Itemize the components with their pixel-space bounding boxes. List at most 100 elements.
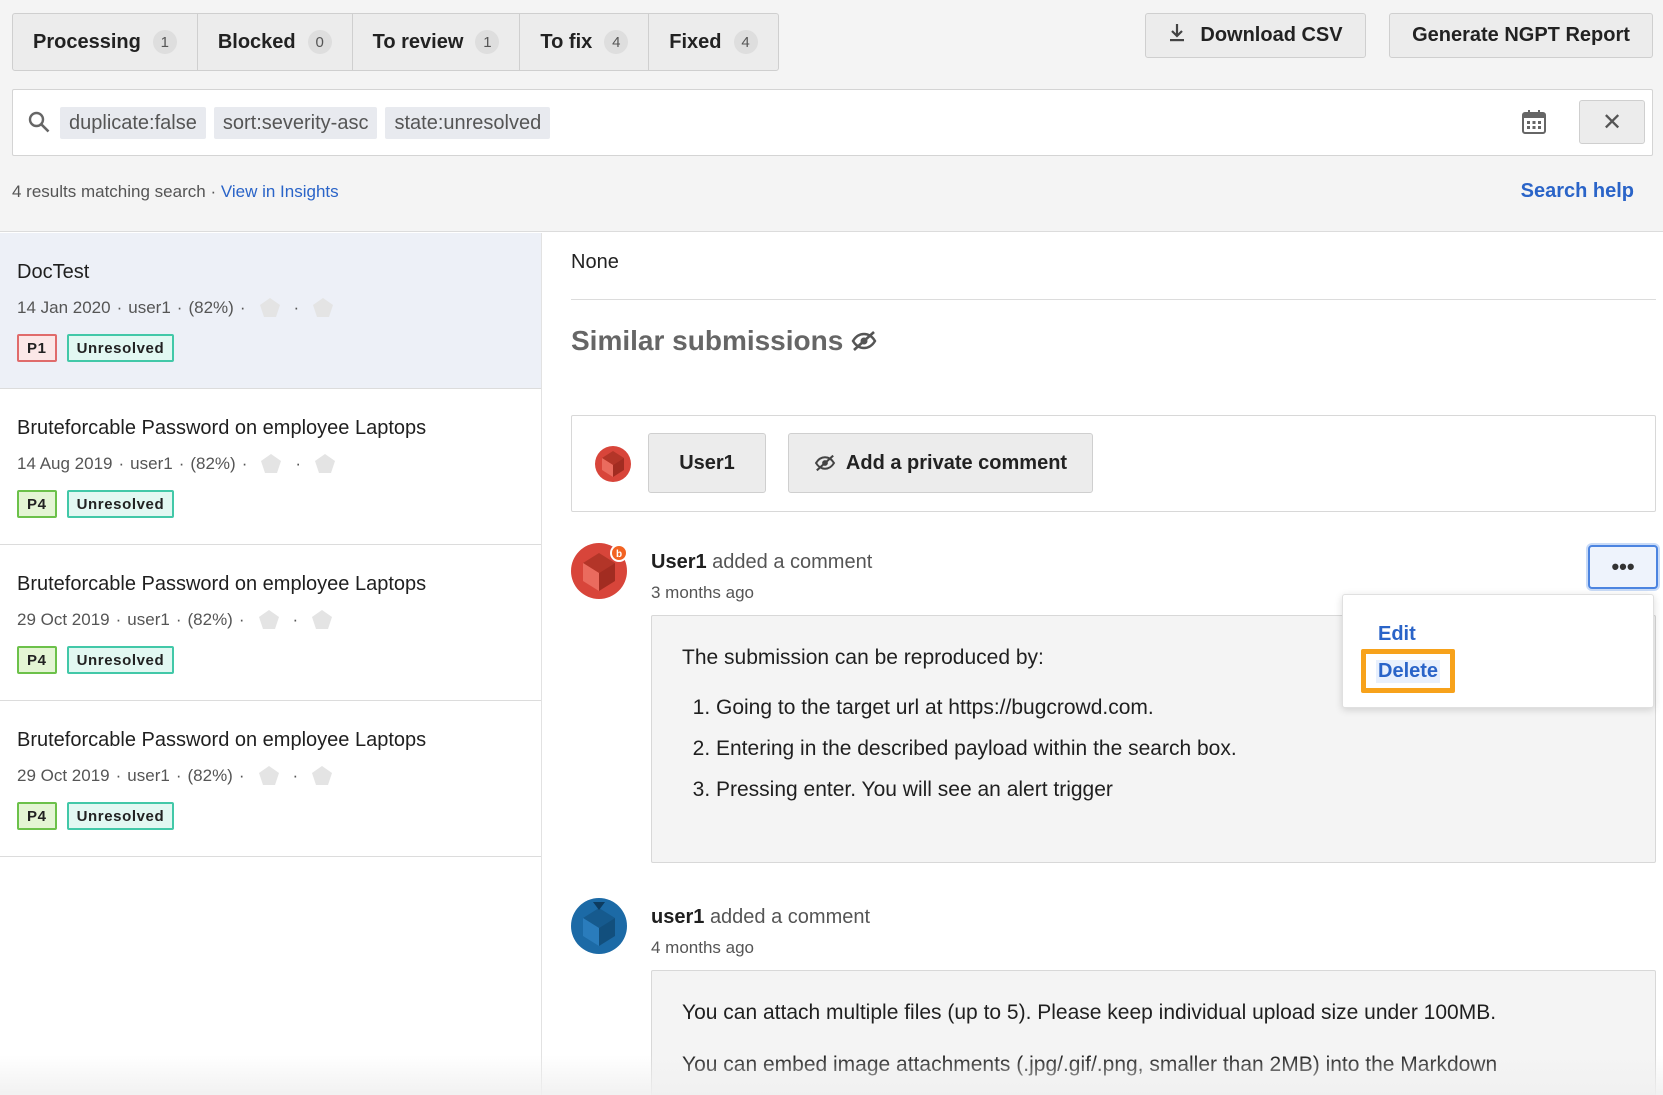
pentagon-icon <box>257 764 281 788</box>
heading-text: Similar submissions <box>571 325 844 356</box>
divider <box>571 299 1656 300</box>
generate-report-button[interactable]: Generate NGPT Report <box>1389 13 1653 58</box>
submission-user: user1 <box>127 766 170 785</box>
comment-options-menu: Edit Delete <box>1342 594 1654 708</box>
submission-meta: 29 Oct 2019 · user1 · (82%) · · <box>17 764 541 788</box>
comment-action: added a comment <box>712 551 873 573</box>
comment-action: added a comment <box>709 906 871 928</box>
comment-text: You can attach multiple files (up to 5).… <box>682 1001 1497 1024</box>
tab-label: Blocked <box>217 30 296 53</box>
similar-submissions-heading: Similar submissions <box>571 325 877 357</box>
list-item[interactable]: DocTest 14 Jan 2020 · user1 · (82%) · · P1 … <box>0 233 541 389</box>
avatar <box>571 898 627 954</box>
tab-label: Fixed <box>669 30 722 53</box>
clear-search-button[interactable]: ✕ <box>1579 100 1645 144</box>
avatar: b <box>571 543 628 599</box>
comment-header: User1 added a comment <box>651 551 872 574</box>
submission-percent: (82%) <box>187 610 233 629</box>
status-badge: Unresolved <box>66 802 175 830</box>
menu-item-edit[interactable]: Edit <box>1378 623 1416 646</box>
tab-label: To fix <box>540 30 593 53</box>
view-in-insights-link[interactable]: View in Insights <box>221 182 339 201</box>
tab-count: 4 <box>604 30 629 54</box>
priority-badge: P4 <box>17 490 57 518</box>
comment-author[interactable]: user1 <box>651 906 704 928</box>
list-item[interactable]: Bruteforcable Password on employee Lapto… <box>0 545 541 701</box>
submission-list: DocTest 14 Jan 2020 · user1 · (82%) · · P1 … <box>0 233 542 1095</box>
menu-item-delete[interactable]: Delete <box>1376 660 1441 683</box>
submission-user: user1 <box>128 298 171 317</box>
pentagon-icon <box>310 608 334 632</box>
comment-text: You can embed image attachments (.jpg/.g… <box>682 1053 1498 1076</box>
separator: · <box>210 182 217 201</box>
search-chip[interactable]: sort:severity-asc <box>213 107 378 139</box>
submission-meta: 14 Aug 2019 · user1 · (82%) · · <box>17 452 541 476</box>
user-select-label: User1 <box>679 451 735 474</box>
comment-options-button[interactable]: ••• <box>1588 545 1658 589</box>
submission-date: 14 Aug 2019 <box>17 454 113 473</box>
priority-badge: P4 <box>17 646 57 674</box>
tab-processing[interactable]: Processing 1 <box>13 14 198 70</box>
user-select-button[interactable]: User1 <box>648 433 766 493</box>
tab-fixed[interactable]: Fixed 4 <box>649 14 777 70</box>
priority-badge: P4 <box>17 802 57 830</box>
submission-user: user1 <box>130 454 173 473</box>
list-item[interactable]: Bruteforcable Password on employee Lapto… <box>0 701 541 857</box>
search-help-link[interactable]: Search help <box>1521 180 1634 203</box>
comment-timestamp: 3 months ago <box>651 583 755 602</box>
comment-timestamp: 4 months ago <box>651 938 755 957</box>
search-chip[interactable]: duplicate:false <box>60 107 206 139</box>
submission-title: Bruteforcable Password on employee Lapto… <box>17 573 427 595</box>
generate-report-label: Generate NGPT Report <box>1412 24 1630 46</box>
pentagon-icon <box>257 608 281 632</box>
field-value: None <box>571 251 619 273</box>
tab-label: Processing <box>33 30 141 53</box>
search-icon <box>27 110 51 134</box>
tab-label: To review <box>372 30 464 53</box>
download-icon <box>1168 23 1186 48</box>
list-item: Entering in the described payload within… <box>716 737 1625 761</box>
search-bar[interactable]: duplicate:false sort:severity-asc state:… <box>12 89 1653 156</box>
tab-to-review[interactable]: To review 1 <box>353 14 521 70</box>
list-item[interactable]: Bruteforcable Password on employee Lapto… <box>0 389 541 545</box>
pentagon-icon <box>313 452 337 476</box>
eye-slash-icon <box>851 331 877 351</box>
steps-list: Going to the target url at https://bugcr… <box>682 696 1625 802</box>
status-badge: Unresolved <box>66 490 175 518</box>
results-summary: 4 results matching search · View in Insi… <box>12 182 339 202</box>
submission-title: Bruteforcable Password on employee Lapto… <box>17 729 427 751</box>
calendar-icon[interactable] <box>1521 109 1547 135</box>
submission-meta: 29 Oct 2019 · user1 · (82%) · · <box>17 608 541 632</box>
list-item: Pressing enter. You will see an alert tr… <box>716 778 1625 802</box>
close-icon: ✕ <box>1601 108 1623 136</box>
tab-to-fix[interactable]: To fix 4 <box>520 14 650 70</box>
add-private-comment-button[interactable]: Add a private comment <box>788 433 1093 493</box>
ellipsis-icon: ••• <box>1611 554 1635 579</box>
comment: user1 added a comment 4 months ago You c… <box>571 898 1656 1095</box>
comment-body: You can attach multiple files (up to 5).… <box>651 970 1656 1095</box>
search-chips: duplicate:false sort:severity-asc state:… <box>60 107 551 139</box>
submission-percent: (82%) <box>187 766 233 785</box>
priority-badge: P1 <box>17 334 57 362</box>
state-tabs: Processing 1 Blocked 0 To review 1 To fix 4 … <box>12 13 779 71</box>
top-bar: Processing 1 Blocked 0 To review 1 To fix 4 … <box>0 0 1663 232</box>
search-chip[interactable]: state:unresolved <box>385 107 551 139</box>
submission-date: 14 Jan 2020 <box>17 298 111 317</box>
tab-count: 1 <box>152 30 177 54</box>
download-csv-button[interactable]: Download CSV <box>1145 13 1366 58</box>
submission-user: user1 <box>127 610 170 629</box>
submission-percent: (82%) <box>188 298 234 317</box>
eye-slash-icon <box>814 454 836 472</box>
comment-author[interactable]: User1 <box>651 551 707 573</box>
download-csv-label: Download CSV <box>1200 24 1343 46</box>
submission-date: 29 Oct 2019 <box>17 610 110 629</box>
comment-header: user1 added a comment <box>651 906 870 929</box>
tab-count: 0 <box>307 30 332 54</box>
svg-text:b: b <box>616 549 622 560</box>
pentagon-icon <box>259 452 283 476</box>
submission-percent: (82%) <box>190 454 236 473</box>
add-private-comment-label: Add a private comment <box>845 451 1068 474</box>
tab-count: 1 <box>475 30 500 54</box>
pentagon-icon <box>310 764 334 788</box>
tab-blocked[interactable]: Blocked 0 <box>198 14 353 70</box>
